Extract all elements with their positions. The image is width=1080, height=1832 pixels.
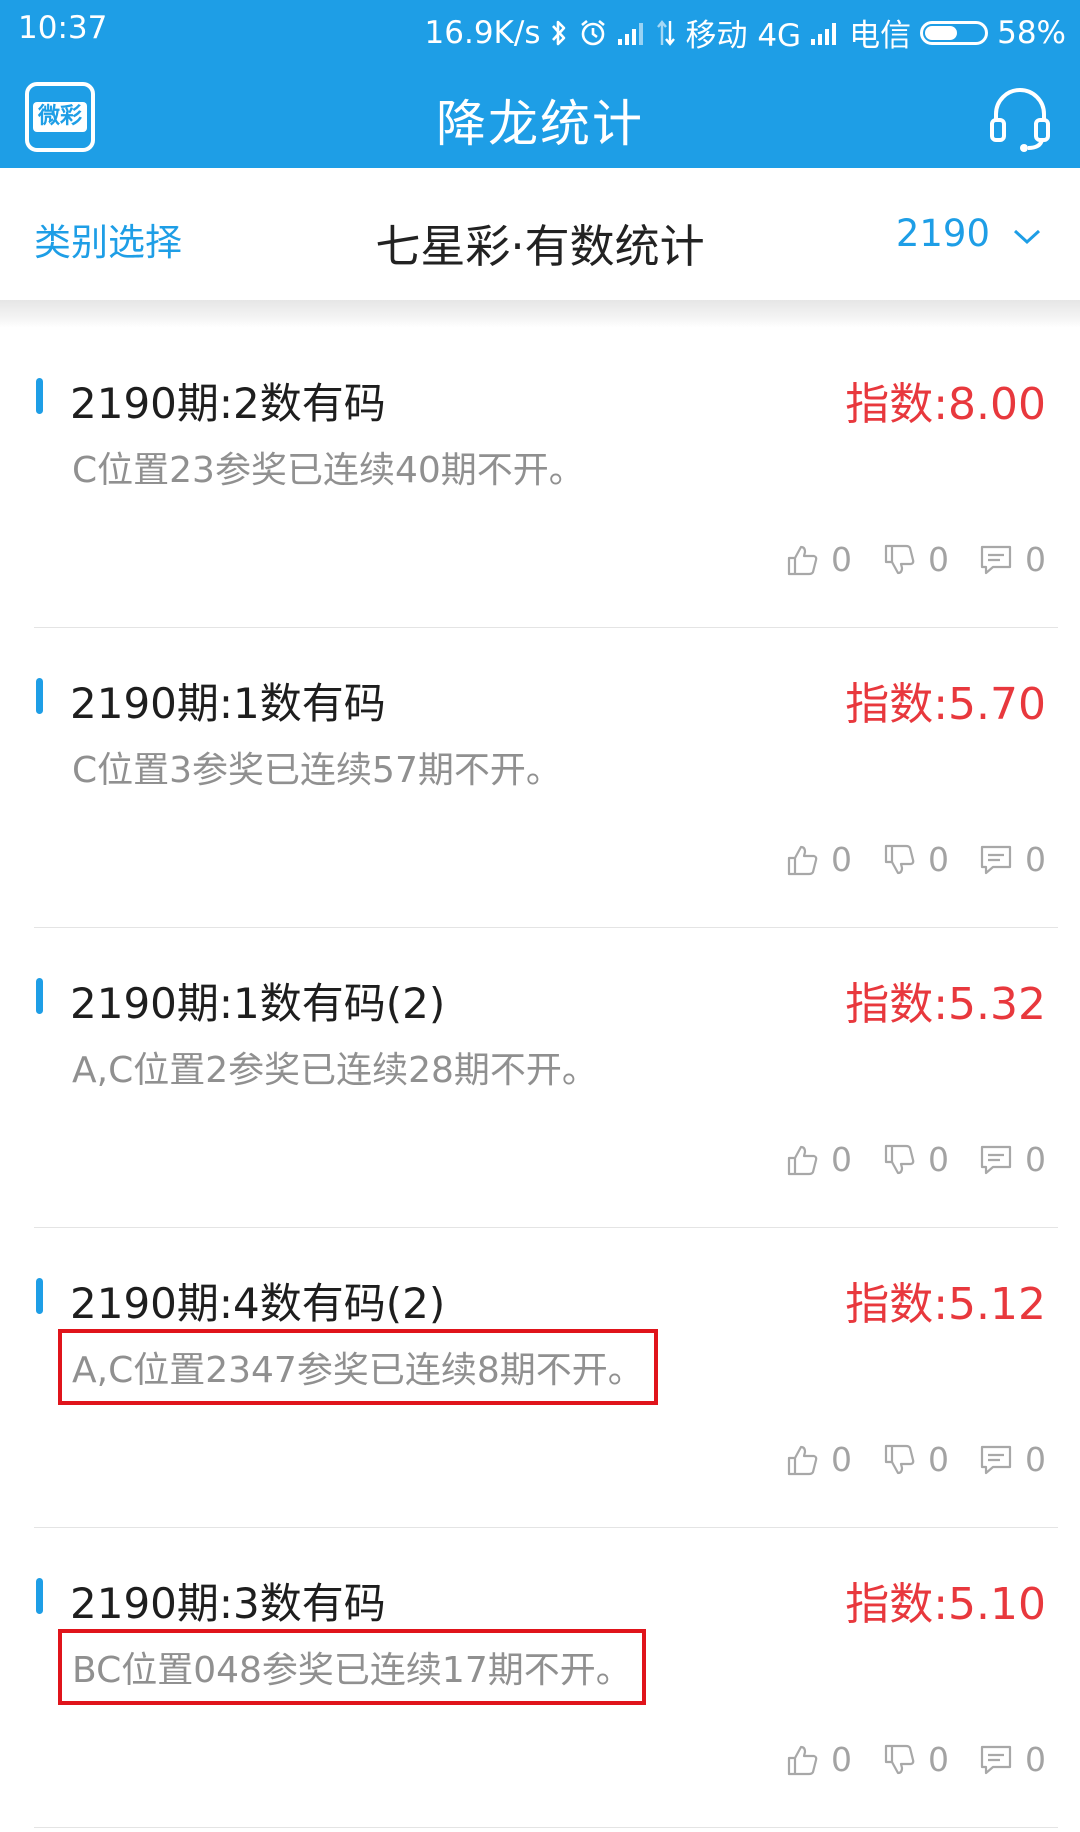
- card-divider: [34, 1827, 1058, 1828]
- comment-count: 0: [1025, 1740, 1046, 1779]
- card-description: A,C位置2参奖已连续28期不开。: [72, 1050, 598, 1091]
- dislike-count: 0: [928, 540, 949, 579]
- card-description: C位置23参奖已连续40期不开。: [72, 450, 585, 491]
- status-bar: 10:37 16.9K/s 移动 4G 电信 58%: [0, 0, 1080, 62]
- dislike-count: 0: [928, 1140, 949, 1179]
- card-actions: 0 0 0: [755, 1440, 1046, 1479]
- card-title: 2190期:3数有码: [70, 1579, 386, 1628]
- like-count: 0: [831, 540, 852, 579]
- like-button[interactable]: 0: [785, 1740, 852, 1779]
- dislike-button[interactable]: 0: [882, 1440, 949, 1479]
- carrier-2: 电信: [849, 18, 912, 54]
- dislike-count: 0: [928, 840, 949, 879]
- stat-card[interactable]: 2190期:1数有码(2) 指数:5.32 A,C位置2参奖已连续28期不开。 …: [0, 928, 1080, 1228]
- carrier-1: 移动 4G: [685, 18, 802, 54]
- card-accent-bar: [36, 1578, 43, 1614]
- thumbs-up-icon: [785, 1743, 819, 1777]
- card-accent-bar: [36, 978, 43, 1014]
- card-actions: 0 0 0: [755, 540, 1046, 579]
- card-accent-bar: [36, 678, 43, 714]
- comment-icon: [979, 543, 1013, 577]
- status-right: 16.9K/s 移动 4G 电信 58%: [425, 10, 1066, 55]
- bluetooth-icon: [549, 18, 569, 48]
- comment-button[interactable]: 0: [979, 1740, 1046, 1779]
- battery-icon: [920, 20, 989, 45]
- chevron-down-icon: [1012, 212, 1042, 255]
- stat-card[interactable]: 2190期:2数有码 指数:8.00 C位置23参奖已连续40期不开。 0 0 …: [0, 328, 1080, 628]
- status-time: 10:37: [18, 10, 108, 46]
- battery-level: [925, 25, 958, 40]
- comment-icon: [979, 843, 1013, 877]
- thumbs-up-icon: [785, 1443, 819, 1477]
- like-count: 0: [831, 1440, 852, 1479]
- dislike-button[interactable]: 0: [882, 1140, 949, 1179]
- thumbs-up-icon: [785, 543, 819, 577]
- comment-button[interactable]: 0: [979, 1140, 1046, 1179]
- card-index-value: 指数:5.10: [845, 1579, 1046, 1630]
- thumbs-down-icon: [882, 1743, 916, 1777]
- app-header: 10:37 16.9K/s 移动 4G 电信 58% 微彩 降龙统计: [0, 0, 1080, 168]
- category-bar: 类别选择 七星彩·有数统计 2190: [0, 168, 1080, 300]
- dislike-button[interactable]: 0: [882, 1740, 949, 1779]
- card-actions: 0 0 0: [755, 1740, 1046, 1779]
- dislike-button[interactable]: 0: [882, 840, 949, 879]
- thumbs-down-icon: [882, 1143, 916, 1177]
- comment-icon: [979, 1743, 1013, 1777]
- data-transfer-icon: [656, 19, 676, 47]
- comment-count: 0: [1025, 1440, 1046, 1479]
- comment-count: 0: [1025, 840, 1046, 879]
- alarm-icon: [578, 18, 608, 48]
- net-speed: 16.9K/s: [424, 14, 541, 51]
- thumbs-up-icon: [785, 1143, 819, 1177]
- thumbs-down-icon: [882, 1443, 916, 1477]
- card-title: 2190期:1数有码: [70, 679, 386, 728]
- card-title: 2190期:1数有码(2): [70, 979, 446, 1028]
- card-index-value: 指数:5.12: [845, 1279, 1046, 1330]
- issue-number: 2190: [895, 212, 990, 255]
- card-actions: 0 0 0: [755, 840, 1046, 879]
- comment-count: 0: [1025, 1140, 1046, 1179]
- issue-dropdown[interactable]: 2190: [896, 212, 1042, 255]
- comment-icon: [979, 1143, 1013, 1177]
- page-title: 降龙统计: [436, 95, 644, 153]
- card-description: A,C位置2347参奖已连续8期不开。: [58, 1329, 658, 1405]
- comment-button[interactable]: 0: [979, 840, 1046, 879]
- card-accent-bar: [36, 378, 43, 414]
- stat-card[interactable]: 2190期:1数有码 指数:5.70 C位置3参奖已连续57期不开。 0 0 0: [0, 628, 1080, 928]
- card-index-value: 指数:5.70: [845, 679, 1046, 730]
- comment-icon: [979, 1443, 1013, 1477]
- card-actions: 0 0 0: [755, 1140, 1046, 1179]
- dislike-count: 0: [928, 1740, 949, 1779]
- title-bar: 微彩 降龙统计: [0, 62, 1080, 168]
- card-title: 2190期:4数有码(2): [70, 1279, 446, 1328]
- thumbs-down-icon: [882, 543, 916, 577]
- section-divider: [0, 300, 1080, 328]
- card-description: C位置3参奖已连续57期不开。: [72, 750, 562, 791]
- comment-button[interactable]: 0: [979, 1440, 1046, 1479]
- like-button[interactable]: 0: [785, 1440, 852, 1479]
- card-title: 2190期:2数有码: [70, 379, 386, 428]
- stat-card[interactable]: 2190期:3数有码 指数:5.10 BC位置048参奖已连续17期不开。 0 …: [0, 1528, 1080, 1828]
- signal-icon: [617, 20, 647, 46]
- thumbs-up-icon: [785, 843, 819, 877]
- card-index-value: 指数:8.00: [845, 379, 1046, 430]
- like-count: 0: [831, 840, 852, 879]
- comment-count: 0: [1025, 540, 1046, 579]
- card-accent-bar: [36, 1278, 43, 1314]
- card-index-value: 指数:5.32: [845, 979, 1046, 1030]
- stat-card[interactable]: 2190期:4数有码(2) 指数:5.12 A,C位置2347参奖已连续8期不开…: [0, 1228, 1080, 1528]
- card-description: BC位置048参奖已连续17期不开。: [58, 1629, 646, 1705]
- signal-icon: [810, 20, 840, 46]
- thumbs-down-icon: [882, 843, 916, 877]
- like-button[interactable]: 0: [785, 840, 852, 879]
- like-button[interactable]: 0: [785, 1140, 852, 1179]
- dislike-button[interactable]: 0: [882, 540, 949, 579]
- dislike-count: 0: [928, 1440, 949, 1479]
- like-button[interactable]: 0: [785, 540, 852, 579]
- like-count: 0: [831, 1140, 852, 1179]
- comment-button[interactable]: 0: [979, 540, 1046, 579]
- like-count: 0: [831, 1740, 852, 1779]
- battery-percent: 58%: [997, 14, 1066, 51]
- headset-support-icon[interactable]: [984, 82, 1056, 154]
